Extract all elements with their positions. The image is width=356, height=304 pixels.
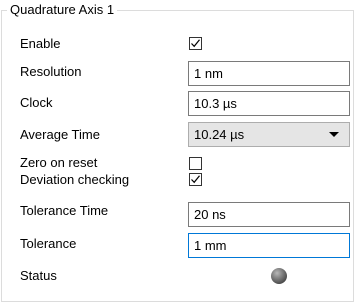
average-time-select[interactable]: 10.24 µs (188, 122, 350, 147)
average-time-value: 10.24 µs (194, 127, 245, 142)
enable-label: Enable (20, 36, 61, 51)
check-icon (191, 39, 200, 48)
resolution-field[interactable]: 1 nm (188, 61, 350, 86)
tolerance-label: Tolerance (20, 236, 77, 251)
tolerance-time-label: Tolerance Time (20, 203, 109, 218)
clock-field[interactable]: 10.3 µs (188, 91, 350, 116)
deviation-checking-label: Deviation checking (20, 172, 130, 187)
resolution-label: Resolution (20, 64, 82, 79)
zero-on-reset-checkbox[interactable] (189, 157, 202, 170)
zero-on-reset-label: Zero on reset (20, 155, 98, 170)
status-led-icon (271, 268, 287, 284)
average-time-label: Average Time (20, 127, 100, 142)
check-icon (191, 175, 200, 184)
status-label: Status (20, 268, 57, 283)
enable-checkbox[interactable] (189, 37, 202, 50)
group-title: Quadrature Axis 1 (7, 2, 118, 18)
chevron-down-icon (329, 132, 339, 137)
tolerance-field[interactable]: 1 mm (188, 233, 350, 258)
deviation-checking-checkbox[interactable] (189, 173, 202, 186)
tolerance-time-field[interactable]: 20 ns (188, 202, 350, 227)
clock-label: Clock (20, 95, 53, 110)
